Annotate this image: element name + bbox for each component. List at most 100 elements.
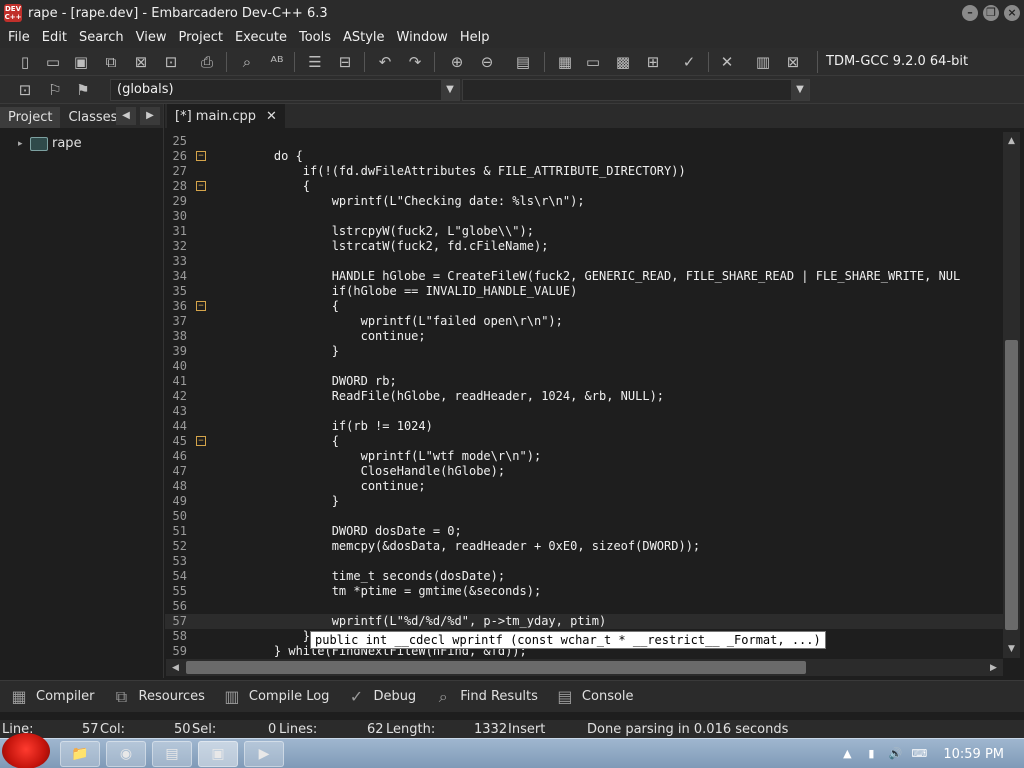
project-tree-root[interactable]: ▸ rape (18, 136, 82, 151)
menu-file[interactable]: File (2, 30, 36, 45)
scroll-down-icon[interactable]: ▼ (1004, 642, 1019, 656)
tab-project[interactable]: Project (0, 107, 61, 128)
code-line[interactable]: 39 } (165, 344, 1003, 359)
code-line[interactable]: 57 wprintf(L"%d/%d/%d", p->tm_yday, ptim… (165, 614, 1003, 629)
scroll-up-icon[interactable]: ▲ (1004, 134, 1019, 148)
code-line[interactable]: 43 (165, 404, 1003, 419)
code-line[interactable]: 38 continue; (165, 329, 1003, 344)
minimize-button[interactable]: – (962, 5, 978, 21)
indent-icon[interactable]: ☰ (304, 51, 326, 73)
tab-main-cpp[interactable]: [*] main.cpp ✕ (167, 104, 285, 128)
tab-compiler[interactable]: ▦ Compiler (0, 686, 103, 708)
expand-icon[interactable]: ▸ (18, 139, 26, 149)
code-line[interactable]: 33 (165, 254, 1003, 269)
compile-run-icon[interactable]: ▩ (612, 51, 634, 73)
code-line[interactable]: 36− { (165, 299, 1003, 314)
code-line[interactable]: 56 (165, 599, 1003, 614)
code-line[interactable]: 32 lstrcatW(fuck2, fd.cFileName); (165, 239, 1003, 254)
explorer-icon[interactable]: 📁 (60, 741, 100, 767)
close-all-icon[interactable]: ⊡ (160, 51, 182, 73)
open-folder-icon[interactable]: ▭ (42, 51, 64, 73)
compiler-selector[interactable]: TDM-GCC 9.2.0 64-bit Release (817, 51, 1022, 91)
unindent-icon[interactable]: ⊟ (334, 51, 356, 73)
code-line[interactable]: 31 lstrcpyW(fuck2, L"globe\\"); (165, 224, 1003, 239)
horizontal-scroll-thumb[interactable] (186, 661, 806, 674)
close-file-icon[interactable]: ⊠ (130, 51, 152, 73)
menu-search[interactable]: Search (73, 30, 130, 45)
code-editor[interactable]: 25 26− do {27 if(!(fd.dwFileAttributes & … (165, 128, 1024, 660)
chevron-left-icon[interactable]: ◀ (116, 107, 136, 125)
network-icon[interactable]: ▮ (863, 746, 879, 762)
menu-astyle[interactable]: AStyle (337, 30, 391, 45)
restore-button[interactable]: ❐ (983, 5, 999, 21)
profile-icon[interactable]: ▥ (752, 51, 774, 73)
code-line[interactable]: 44 if(rb != 1024) (165, 419, 1003, 434)
tab-debug[interactable]: ✓ Debug (337, 686, 424, 708)
delete-profile-icon[interactable]: ⊠ (782, 51, 804, 73)
comment-icon[interactable]: ▤ (512, 51, 534, 73)
start-button-angry-bird-icon[interactable] (2, 733, 50, 768)
menu-execute[interactable]: Execute (229, 30, 293, 45)
code-line[interactable]: 40 (165, 359, 1003, 374)
replace-icon[interactable]: ᴬᴮ (266, 51, 288, 73)
code-line[interactable]: 42 ReadFile(hGlobe, readHeader, 1024, &r… (165, 389, 1003, 404)
menu-view[interactable]: View (130, 30, 173, 45)
horizontal-scrollbar[interactable]: ◀ ▶ (166, 659, 1003, 676)
new-project-icon[interactable]: ⊕ (446, 51, 468, 73)
code-line[interactable]: 26− do { (165, 149, 1003, 164)
code-line[interactable]: 28− { (165, 179, 1003, 194)
tab-find-results[interactable]: ⌕ Find Results (424, 686, 546, 708)
vertical-scroll-thumb[interactable] (1005, 340, 1018, 630)
code-line[interactable]: 47 CloseHandle(hGlobe); (165, 464, 1003, 479)
notepad-icon[interactable]: ▤ (152, 741, 192, 767)
save-all-icon[interactable]: ⧉ (100, 51, 122, 73)
rebuild-icon[interactable]: ⊞ (642, 51, 664, 73)
bookmark-icon[interactable]: ⚐ (44, 79, 66, 101)
scroll-right-icon[interactable]: ▶ (986, 661, 1001, 675)
redo-icon[interactable]: ↷ (404, 51, 426, 73)
code-line[interactable]: 25 (165, 134, 1003, 149)
print-icon[interactable]: ⎙ (196, 51, 218, 73)
code-line[interactable]: 46 wprintf(L"wtf mode\r\n"); (165, 449, 1003, 464)
code-line[interactable]: 37 wprintf(L"failed open\r\n"); (165, 314, 1003, 329)
tab-compile-log[interactable]: ▥ Compile Log (213, 686, 338, 708)
new-file-icon[interactable]: ▯ (14, 51, 36, 73)
chevron-right-icon[interactable]: ▶ (140, 107, 160, 125)
vertical-scrollbar[interactable]: ▲ ▼ (1003, 132, 1020, 658)
code-line[interactable]: 54 time_t seconds(dosDate); (165, 569, 1003, 584)
language-icon[interactable]: ⌨ (911, 746, 927, 762)
show-hidden-icons-icon[interactable]: ▲ (839, 746, 855, 762)
tab-resources[interactable]: ⧉ Resources (103, 686, 213, 708)
class-selector[interactable]: (globals) ▼ (110, 79, 460, 101)
code-line[interactable]: 51 DWORD dosDate = 0; (165, 524, 1003, 539)
code-line[interactable]: 29 wprintf(L"Checking date: %ls\r\n"); (165, 194, 1003, 209)
menu-help[interactable]: Help (454, 30, 496, 45)
undo-icon[interactable]: ↶ (374, 51, 396, 73)
remove-project-icon[interactable]: ⊖ (476, 51, 498, 73)
code-line[interactable]: 34 HANDLE hGlobe = CreateFileW(fuck2, GE… (165, 269, 1003, 284)
menu-window[interactable]: Window (391, 30, 454, 45)
code-line[interactable]: 30 (165, 209, 1003, 224)
code-line[interactable]: 45− { (165, 434, 1003, 449)
function-selector[interactable]: ▼ (462, 79, 810, 101)
fold-toggle-icon[interactable]: − (196, 301, 206, 311)
compile-icon[interactable]: ▦ (554, 51, 576, 73)
close-button[interactable]: × (1004, 5, 1020, 21)
media-icon[interactable]: ▶ (244, 741, 284, 767)
menu-project[interactable]: Project (172, 30, 228, 45)
code-line[interactable]: 35 if(hGlobe == INVALID_HANDLE_VALUE) (165, 284, 1003, 299)
goto-icon[interactable]: ⊡ (14, 79, 36, 101)
code-line[interactable]: 48 continue; (165, 479, 1003, 494)
code-line[interactable]: 49 } (165, 494, 1003, 509)
menu-tools[interactable]: Tools (293, 30, 337, 45)
fold-toggle-icon[interactable]: − (196, 181, 206, 191)
run-icon[interactable]: ▭ (582, 51, 604, 73)
code-line[interactable]: 27 if(!(fd.dwFileAttributes & FILE_ATTRI… (165, 164, 1003, 179)
code-line[interactable]: 41 DWORD rb; (165, 374, 1003, 389)
menu-edit[interactable]: Edit (36, 30, 73, 45)
chevron-down-icon[interactable]: ▼ (791, 80, 809, 100)
fold-toggle-icon[interactable]: − (196, 436, 206, 446)
tab-console[interactable]: ▤ Console (546, 686, 642, 708)
chevron-down-icon[interactable]: ▼ (441, 80, 459, 100)
check-icon[interactable]: ✓ (678, 51, 700, 73)
